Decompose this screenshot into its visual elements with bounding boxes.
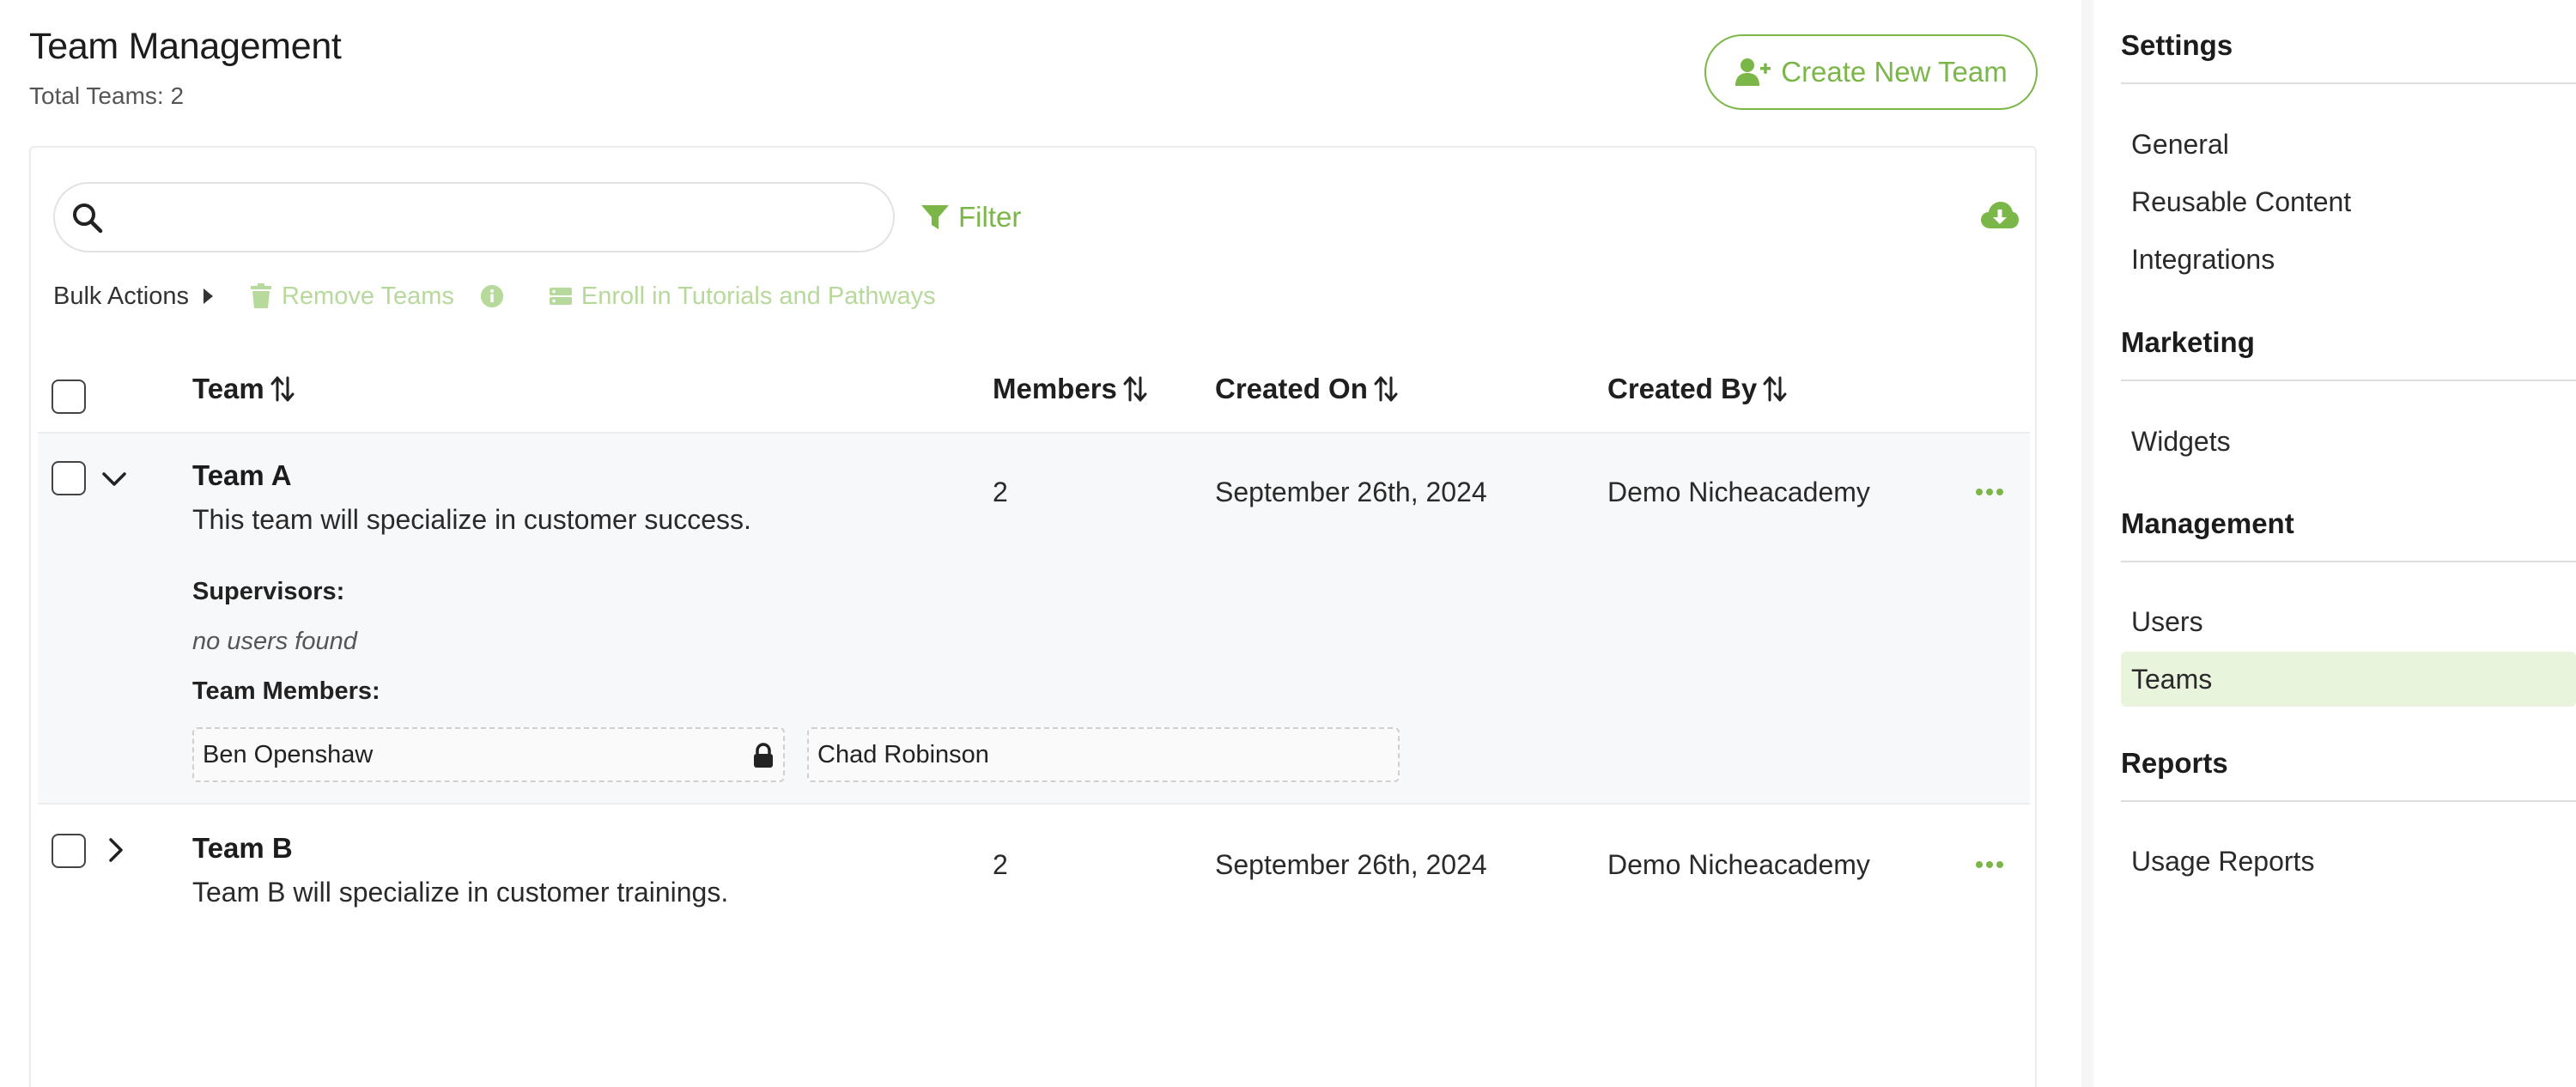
- app: Team Management Total Teams: 2 Create Ne…: [0, 0, 2576, 1087]
- sidebar-item-usage-reports[interactable]: Usage Reports: [2121, 834, 2576, 889]
- add-user-icon: [1735, 58, 1771, 86]
- create-new-team-label: Create New Team: [1781, 56, 2008, 88]
- no-supervisors-text: no users found: [192, 628, 357, 655]
- total-teams-count: Total Teams: 2: [29, 82, 185, 109]
- trash-icon: [250, 283, 271, 308]
- column-members-label: Members: [993, 373, 1117, 404]
- team-created-on: September 26th, 2024: [1215, 477, 1487, 507]
- bulk-actions-bar: Bulk Actions Remove Teams Enroll in Tuto…: [53, 275, 936, 318]
- more-options-icon[interactable]: [1975, 859, 2004, 870]
- column-header-members[interactable]: Members: [993, 373, 1148, 405]
- table-header: Team Members Created On Created By: [38, 354, 2030, 434]
- sidebar-item-general[interactable]: General: [2121, 117, 2576, 172]
- chevron-down-icon[interactable]: [100, 465, 129, 494]
- team-description: This team will specialize in customer su…: [192, 504, 751, 535]
- remove-teams-label: Remove Teams: [281, 282, 454, 310]
- info-icon[interactable]: [480, 283, 504, 309]
- filter-label: Filter: [958, 201, 1022, 233]
- sidebar-section-marketing: Marketing: [2121, 326, 2255, 358]
- sort-icon: [1123, 376, 1147, 402]
- row-checkbox[interactable]: [52, 834, 86, 868]
- sidebar-divider: [2121, 82, 2576, 84]
- sidebar-item-widgets[interactable]: Widgets: [2121, 414, 2576, 469]
- page-title: Team Management: [29, 26, 342, 67]
- team-created-by: Demo Nicheacademy: [1607, 849, 1870, 880]
- member-name: Ben Openshaw: [203, 740, 374, 768]
- caret-right-icon: [203, 288, 213, 304]
- team-members-count: 2: [993, 477, 1008, 507]
- filter-icon: [921, 205, 949, 229]
- column-created-on-label: Created On: [1215, 373, 1368, 404]
- select-all-checkbox[interactable]: [52, 380, 86, 414]
- enroll-button[interactable]: Enroll in Tutorials and Pathways: [549, 282, 936, 311]
- team-created-on: September 26th, 2024: [1215, 849, 1487, 880]
- supervisors-label: Supervisors:: [192, 578, 345, 605]
- bulk-actions-toggle[interactable]: Bulk Actions: [53, 282, 215, 311]
- team-members-count: 2: [993, 849, 1008, 880]
- sidebar-divider: [2121, 380, 2576, 381]
- enroll-label: Enroll in Tutorials and Pathways: [580, 282, 936, 310]
- sidebar-section-settings: Settings: [2121, 29, 2233, 61]
- sidebar-section-management: Management: [2121, 507, 2294, 539]
- column-team-label: Team: [192, 373, 264, 404]
- filter-button[interactable]: Filter: [920, 197, 1021, 237]
- sidebar-divider: [2121, 561, 2576, 562]
- member-chip: Ben Openshaw: [192, 727, 785, 782]
- table-row: Team A This team will specialize in cust…: [38, 434, 2030, 805]
- sidebar-item-integrations[interactable]: Integrations: [2121, 232, 2576, 287]
- sort-icon: [270, 376, 295, 402]
- sidebar-item-teams[interactable]: Teams: [2121, 652, 2576, 707]
- lock-icon: [754, 743, 773, 768]
- cloud-download-icon[interactable]: [1980, 199, 2020, 234]
- search-input[interactable]: [120, 196, 876, 239]
- search-box[interactable]: [53, 182, 895, 252]
- server-list-icon: [549, 288, 572, 305]
- member-name: Chad Robinson: [817, 740, 989, 768]
- main-content: Team Management Total Teams: 2 Create Ne…: [0, 0, 2069, 1087]
- bulk-actions-label: Bulk Actions: [53, 282, 189, 310]
- sidebar-divider: [2121, 800, 2576, 802]
- sidebar-section-reports: Reports: [2121, 747, 2228, 779]
- sort-icon: [1763, 376, 1787, 402]
- row-checkbox[interactable]: [52, 461, 86, 495]
- column-header-created-by[interactable]: Created By: [1607, 373, 1788, 405]
- team-name: Team A: [192, 459, 292, 491]
- remove-teams-button[interactable]: Remove Teams: [249, 282, 504, 311]
- team-created-by: Demo Nicheacademy: [1607, 477, 1870, 507]
- table-row: Team B Team B will specialize in custome…: [38, 806, 2030, 916]
- sidebar-item-reusable-content[interactable]: Reusable Content: [2121, 174, 2576, 229]
- sort-icon: [1374, 376, 1398, 402]
- column-created-by-label: Created By: [1607, 373, 1758, 404]
- more-options-icon[interactable]: [1975, 487, 2004, 497]
- column-header-created-on[interactable]: Created On: [1215, 373, 1399, 405]
- team-name: Team B: [192, 832, 293, 864]
- member-chip: Chad Robinson: [807, 727, 1400, 782]
- team-description: Team B will specialize in customer train…: [192, 877, 729, 908]
- settings-sidebar: Settings General Reusable Content Integr…: [2081, 0, 2576, 1087]
- team-members-label: Team Members:: [192, 677, 380, 705]
- sidebar-item-users[interactable]: Users: [2121, 594, 2576, 649]
- column-header-team[interactable]: Team: [192, 373, 295, 405]
- create-new-team-button[interactable]: Create New Team: [1704, 34, 2038, 110]
- search-icon: [73, 203, 103, 234]
- teams-panel: Filter Bulk Actions Remove Teams Enroll …: [29, 146, 2037, 1087]
- chevron-right-icon[interactable]: [101, 835, 131, 865]
